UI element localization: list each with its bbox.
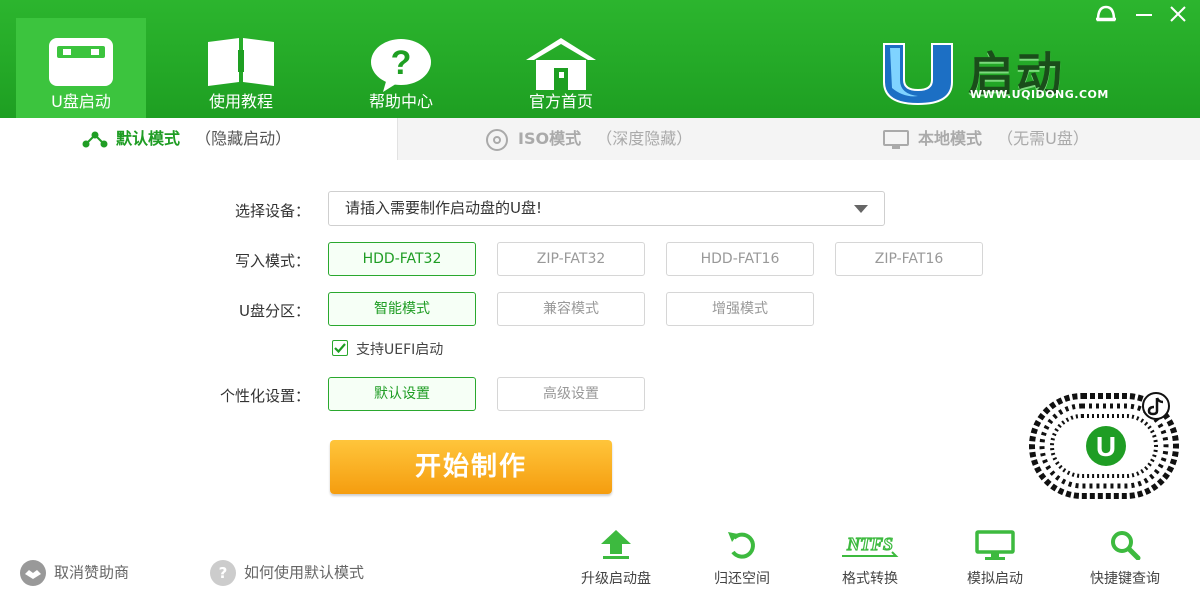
- tab-default-main: 默认模式: [116, 129, 181, 148]
- search-icon: [1111, 531, 1141, 560]
- device-select-value: 请插入需要制作启动盘的U盘!: [345, 199, 542, 217]
- uefi-checkbox[interactable]: [332, 340, 348, 356]
- svg-text:?: ?: [391, 44, 412, 82]
- tool-restore[interactable]: 归还空间: [692, 530, 792, 588]
- how-to-link[interactable]: ? 如何使用默认模式: [210, 560, 364, 586]
- nav-tutorial-label: 使用教程: [208, 92, 273, 111]
- how-to-text: 如何使用默认模式: [244, 563, 365, 582]
- device-select[interactable]: 请插入需要制作启动盘的U盘!: [328, 191, 885, 226]
- write-mode-hdd-fat32[interactable]: HDD-FAT32: [328, 242, 476, 276]
- ntfs-icon-text: NTFS: [846, 534, 893, 554]
- nav-help[interactable]: ? 帮助中心: [336, 20, 466, 118]
- upload-arrow-icon: [601, 530, 631, 559]
- minimize-button[interactable]: [1132, 4, 1156, 24]
- ntfs-icon: NTFS: [842, 533, 899, 557]
- usb-drive-icon: [49, 38, 113, 86]
- partition-enhanced[interactable]: 增强模式: [666, 292, 814, 326]
- skin-icon: [1096, 5, 1116, 22]
- question-icon: ?: [371, 39, 431, 92]
- partition-smart[interactable]: 智能模式: [328, 292, 476, 326]
- help-circle-icon: ?: [210, 560, 236, 586]
- u-logo-icon: [883, 43, 953, 106]
- tab-iso-main: ISO模式: [518, 129, 582, 148]
- write-mode-zip-fat32[interactable]: ZIP-FAT32: [497, 242, 645, 276]
- monitor-icon: [975, 530, 1015, 560]
- nav-usb-boot-label: U盘启动: [51, 92, 111, 111]
- tab-local-sub: （无需U盘）: [997, 129, 1089, 148]
- personalize-advanced[interactable]: 高级设置: [497, 377, 645, 411]
- tool-format-convert[interactable]: NTFS 格式转换: [820, 530, 920, 588]
- book-icon: [208, 38, 274, 86]
- write-mode-zip-fat16[interactable]: ZIP-FAT16: [835, 242, 983, 276]
- tool-simulate-label: 模拟启动: [967, 571, 1023, 587]
- tool-upgrade-label: 升级启动盘: [581, 571, 651, 587]
- start-button[interactable]: 开始制作: [330, 440, 612, 494]
- chevron-down-icon: [854, 205, 868, 213]
- nav-tutorial[interactable]: 使用教程: [176, 20, 306, 118]
- tab-iso-sub: （深度隐藏）: [596, 129, 693, 148]
- nav-help-label: 帮助中心: [368, 92, 433, 111]
- disc-icon: [486, 128, 508, 151]
- partition-label: U盘分区：: [239, 302, 310, 320]
- logo-url: WWW.UQIDONG.COM: [970, 88, 1109, 101]
- header-bar: U盘启动 使用教程 ? 帮助中心 官方首页 启动 WWW.UQIDONG.COM: [0, 0, 1200, 118]
- tab-default-mode[interactable]: 默认模式 （隐藏启动）: [0, 118, 398, 160]
- monitor-icon: [883, 129, 909, 149]
- svg-text:U: U: [1096, 431, 1116, 462]
- device-label: 选择设备：: [234, 202, 310, 220]
- tab-local-mode[interactable]: 本地模式 （无需U盘）: [798, 118, 1200, 160]
- close-button[interactable]: [1166, 4, 1190, 24]
- nav-usb-boot[interactable]: U盘启动: [16, 18, 146, 118]
- tool-hotkey-lookup[interactable]: 快捷键查询: [1075, 530, 1175, 588]
- personalize-label: 个性化设置：: [219, 387, 310, 405]
- share-nodes-icon: [82, 131, 108, 147]
- minimize-icon: [1136, 14, 1152, 16]
- check-icon: [334, 343, 346, 354]
- tool-restore-label: 归还空间: [714, 571, 770, 587]
- skin-button[interactable]: [1094, 4, 1118, 24]
- mode-tabs: 默认模式 （隐藏启动） ISO模式 （深度隐藏） 本地模式 （无需U盘）: [0, 118, 1200, 160]
- restore-icon: [728, 532, 755, 559]
- tool-upgrade[interactable]: 升级启动盘: [566, 530, 666, 588]
- cancel-sponsor-text: 取消赞助商: [54, 563, 130, 582]
- personalize-default[interactable]: 默认设置: [328, 377, 476, 411]
- uefi-label: 支持UEFI启动: [356, 342, 444, 358]
- tool-simulate-boot[interactable]: 模拟启动: [945, 530, 1045, 588]
- partition-compatible[interactable]: 兼容模式: [497, 292, 645, 326]
- home-icon: [526, 38, 596, 90]
- write-mode-label: 写入模式：: [234, 252, 310, 270]
- write-mode-hdd-fat16[interactable]: HDD-FAT16: [666, 242, 814, 276]
- close-icon: [1170, 6, 1186, 22]
- cancel-sponsor-link[interactable]: 取消赞助商: [20, 560, 129, 586]
- tool-hotkey-label: 快捷键查询: [1090, 571, 1160, 587]
- qr-code-icon: U: [1029, 392, 1179, 499]
- tab-default-sub: （隐藏启动）: [195, 129, 292, 148]
- nav-home-label: 官方首页: [528, 92, 593, 111]
- tool-format-label: 格式转换: [842, 571, 898, 587]
- handshake-icon: [20, 560, 46, 586]
- tab-local-main: 本地模式: [918, 129, 983, 148]
- nav-home[interactable]: 官方首页: [496, 20, 626, 118]
- tab-iso-mode[interactable]: ISO模式 （深度隐藏）: [398, 118, 798, 160]
